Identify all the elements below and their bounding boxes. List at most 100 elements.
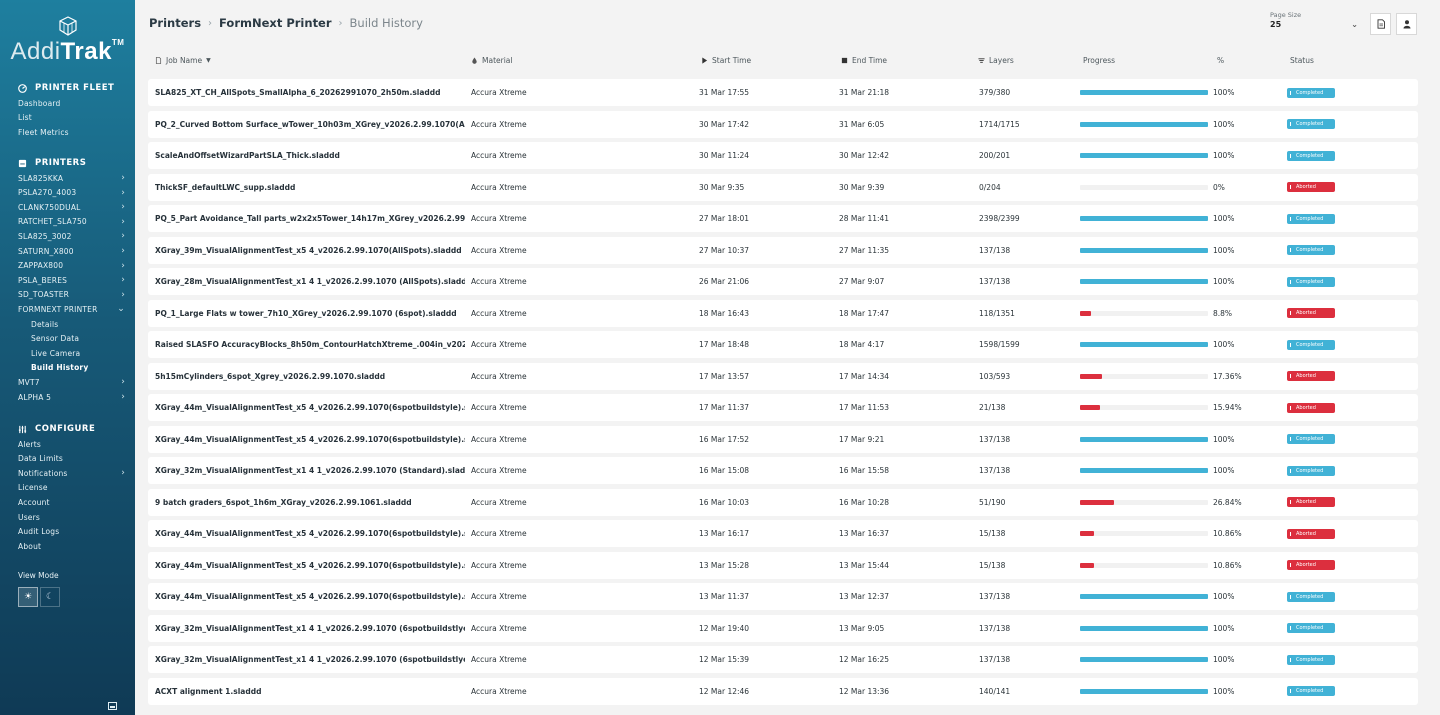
table-row[interactable]: ThickSF_defaultLWC_supp.sladdd Accura Xtr… (148, 173, 1418, 201)
sidebar-printer-formnext-printer[interactable]: FORMNEXT PRINTER ⌄ (18, 302, 125, 316)
start-time-cell: 16 Mar 15:08 (699, 466, 750, 475)
layers-cell: 118/1351 (979, 308, 1015, 318)
table-row[interactable]: XGray_32m_VisualAlignmentTest_x1 4 1_v20… (148, 614, 1418, 642)
progress-bar-fill (1080, 247, 1208, 253)
nav-item-label: ALPHA 5 (18, 392, 52, 402)
table-row[interactable]: XGray_32m_VisualAlignmentTest_x1 4 1_v20… (148, 457, 1418, 484)
sidebar-printer-sla825kka[interactable]: SLA825KKA › (18, 171, 125, 185)
table-row[interactable]: XGray_39m_VisualAlignmentTest_x5 4_v2026… (148, 236, 1418, 264)
progress-cell (1080, 268, 1208, 295)
flag-icon (1290, 279, 1294, 284)
breadcrumb-printer[interactable]: FormNext Printer (219, 16, 331, 30)
table-row[interactable]: XGray_44m_VisualAlignmentTest_x5 4_v2026… (148, 394, 1418, 421)
sun-icon: ☀ (23, 592, 33, 602)
progress-bar (1080, 562, 1208, 568)
sidebar-item-list[interactable]: List (18, 111, 125, 125)
column-job-name[interactable]: Job Name ▼ (155, 56, 211, 65)
sidebar-item-alerts[interactable]: Alerts (18, 437, 125, 451)
sidebar-printer-zappax800[interactable]: ZAPPAX800 › (18, 259, 125, 273)
table-row[interactable]: Raised SLASFO AccuracyBlocks_8h50m_Conto… (148, 331, 1418, 358)
sidebar-item-account[interactable]: Account (18, 495, 125, 509)
table-row[interactable]: XGray_44m_VisualAlignmentTest_x5 4_v2026… (148, 583, 1418, 610)
sidebar-item-fleet-metrics[interactable]: Fleet Metrics (18, 125, 125, 139)
sidebar-printer-sla825-3002[interactable]: SLA825_3002 › (18, 229, 125, 243)
status-cell: Completed (1287, 205, 1335, 232)
end-time-cell: 16 Mar 10:28 (839, 497, 890, 507)
sidebar-item-about[interactable]: About (18, 539, 125, 553)
status-badge-label: Completed (1296, 215, 1324, 222)
nav-item-label: CLANK750DUAL (18, 202, 81, 212)
sidebar-item-users[interactable]: Users (18, 510, 125, 524)
table-row[interactable]: 9 batch graders_6spot_1h6m_XGray_v2026.2… (148, 488, 1418, 516)
status-badge: Completed (1287, 276, 1335, 287)
brand-logo[interactable]: AddiTrakTM (0, 16, 135, 66)
material-cell: Accura Xtreme (471, 245, 527, 255)
nav-item-label: PSLA_BERES (18, 275, 68, 285)
sidebar-item-data-limits[interactable]: Data Limits (18, 452, 125, 466)
progress-cell (1080, 520, 1208, 547)
table-row[interactable]: XGray_44m_VisualAlignmentTest_x5 4_v2026… (148, 425, 1418, 453)
nav-item-label: Users (18, 512, 41, 522)
table-row[interactable]: ACXT alignment 1.sladdd Accura Xtreme 12 M… (148, 677, 1418, 705)
nav-item-label: Live Camera (31, 348, 81, 358)
column-percent[interactable]: % (1217, 56, 1224, 65)
sidebar-subitem-build-history[interactable]: Build History (31, 361, 125, 375)
sidebar-printer-psla-beres[interactable]: PSLA_BERES › (18, 273, 125, 287)
table-row[interactable]: PQ_2_Curved Bottom Surface_wTower_10h03m… (148, 110, 1418, 138)
table-row[interactable]: ScaleAndOffsetWizardPartSLA_Thick.sladdd… (148, 142, 1418, 169)
flag-icon (1290, 500, 1294, 504)
status-badge-label: Aborted (1296, 499, 1316, 505)
page-size-select[interactable]: Page Size 25 ⌄ (1270, 11, 1358, 29)
light-mode-button[interactable]: ☀ (18, 587, 38, 607)
layers-cell: 137/138 (979, 655, 1011, 664)
sidebar-printer-psla270-4003[interactable]: PSLA270_4003 › (18, 186, 125, 200)
sidebar-printer-sd-toaster[interactable]: SD_TOASTER › (18, 288, 125, 302)
sidebar-printer-clank750dual[interactable]: CLANK750DUAL › (18, 200, 125, 214)
dark-mode-button[interactable]: ☾ (40, 587, 60, 607)
chevron-down-icon: ⌄ (117, 304, 125, 315)
breadcrumb-separator-icon: › (208, 17, 213, 29)
nav-item-label: FORMNEXT PRINTER (18, 304, 98, 314)
table-row[interactable]: XGray_44m_VisualAlignmentTest_x5 4_v2026… (148, 520, 1418, 547)
column-start-time[interactable]: Start Time (701, 56, 751, 65)
table-row[interactable]: XGray_44m_VisualAlignmentTest_x5 4_v2026… (148, 551, 1418, 579)
percent-cell: 100% (1213, 655, 1235, 664)
progress-bar-fill (1080, 153, 1208, 158)
table-row[interactable]: 5h15mCylinders_6spot_Xgrey_v2026.2.99.10… (148, 362, 1418, 390)
column-progress[interactable]: Progress (1083, 56, 1115, 65)
sidebar-subitem-sensor-data[interactable]: Sensor Data (31, 332, 125, 346)
sidebar-printer-alpha-5[interactable]: ALPHA 5 › (18, 390, 125, 404)
start-time-cell: 12 Mar 12:46 (699, 686, 750, 696)
sidebar-item-notifications[interactable]: Notifications › (18, 466, 125, 480)
status-badge-label: Completed (1296, 625, 1324, 631)
sidebar-printer-ratchet-sla750[interactable]: RATCHET_SLA750 › (18, 215, 125, 229)
column-material[interactable]: Material (471, 56, 512, 65)
sidebar-subitem-live-camera[interactable]: Live Camera (31, 346, 125, 360)
export-button[interactable] (1370, 13, 1391, 35)
breadcrumb-printers[interactable]: Printers (149, 16, 201, 30)
table-row[interactable]: SLA825_XT_CH_AllSpots_SmallAlpha_6_20262… (148, 79, 1418, 106)
sidebar-item-dashboard[interactable]: Dashboard (18, 96, 125, 110)
column-layers[interactable]: Layers (978, 56, 1014, 65)
layers-cell: 137/138 (979, 245, 1011, 255)
status-badge-label: Completed (1296, 341, 1324, 348)
column-end-time[interactable]: End Time (841, 56, 887, 65)
table-row[interactable]: XGray_28m_VisualAlignmentTest_x1 4 1_v20… (148, 268, 1418, 295)
progress-bar (1080, 436, 1208, 442)
table-row[interactable]: PQ_5_Part Avoidance_Tall parts_w2x2x5Tow… (148, 205, 1418, 232)
status-badge: Aborted (1287, 308, 1335, 318)
table-row[interactable]: XGray_32m_VisualAlignmentTest_x1 4 1_v20… (148, 646, 1418, 673)
collapse-sidebar-icon[interactable] (108, 702, 117, 710)
flag-icon (1290, 342, 1294, 347)
sidebar-printer-mvt7[interactable]: MVT7 › (18, 375, 125, 389)
material-cell: Accura Xtreme (471, 497, 527, 507)
sidebar-item-license[interactable]: License (18, 481, 125, 495)
progress-bar (1080, 594, 1208, 599)
sidebar-subitem-details[interactable]: Details (31, 317, 125, 331)
sidebar-item-audit-logs[interactable]: Audit Logs (18, 525, 125, 539)
nav-item-label: SLA825KKA (18, 173, 64, 183)
sidebar-printer-saturn-x800[interactable]: SATURN_X800 › (18, 244, 125, 258)
user-button[interactable] (1396, 13, 1417, 35)
table-row[interactable]: PQ_1_Large Flats w tower_7h10_XGrey_v202… (148, 299, 1418, 327)
column-status[interactable]: Status (1290, 56, 1314, 65)
